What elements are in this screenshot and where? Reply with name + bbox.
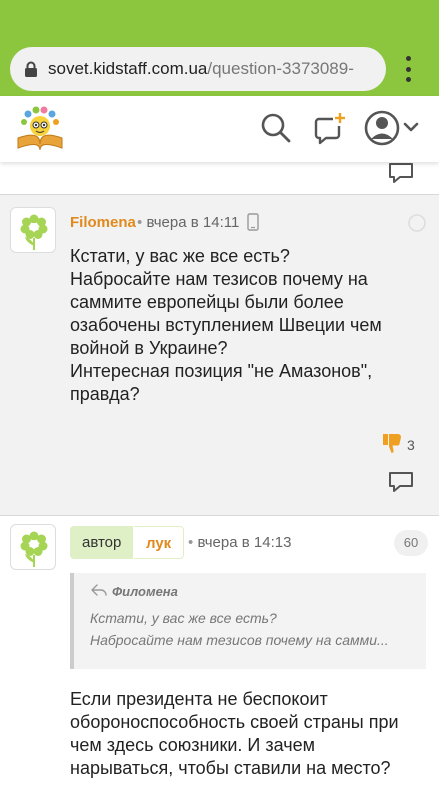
url-text: sovet.kidstaff.com.ua/question-3373089-	[48, 59, 354, 79]
user-avatar-icon[interactable]	[364, 108, 422, 148]
lock-icon	[24, 61, 38, 77]
comment-line: Если президента не беспокоит	[70, 689, 328, 709]
address-bar[interactable]: sovet.kidstaff.com.ua/question-3373089-	[10, 47, 386, 91]
comment-line: чем здесь союзники. И зачем	[70, 735, 315, 755]
comment-body: Кстати, у вас же все есть? Набросайте на…	[70, 245, 430, 406]
avatar[interactable]	[10, 207, 56, 253]
comment-line: войной в Украине?	[70, 338, 228, 358]
browser-toolbar: sovet.kidstaff.com.ua/question-3373089-	[0, 0, 439, 96]
comment-item: Filomena • вчера в 14:11 Кстати, у вас ж…	[0, 195, 439, 515]
comment-meta: • вчера в 14:11	[137, 214, 240, 231]
author-badge: автор	[70, 526, 134, 559]
chevron-down-icon	[403, 122, 419, 132]
browser-menu-icon[interactable]	[398, 56, 418, 82]
phone-icon	[247, 213, 259, 231]
dislike-count: 3	[407, 436, 415, 453]
url-host: sovet.kidstaff.com.ua	[48, 59, 208, 78]
options-icon[interactable]	[406, 212, 428, 234]
comment-author[interactable]: лук	[134, 526, 185, 559]
comment-item: автор лук • вчера в 14:13 60 Филомена Кс…	[0, 515, 439, 800]
quote-header: Филомена	[90, 583, 426, 600]
comment-line: саммите европейцы были более	[70, 292, 344, 312]
comment-meta: • вчера в 14:13	[188, 534, 292, 551]
reply-icon[interactable]	[388, 162, 414, 184]
comment-body: Если президента не беспокоит обороноспос…	[70, 688, 430, 780]
thumb-down-icon	[380, 432, 404, 457]
comment-line: Интересная позиция "не Амазонов",	[70, 361, 373, 381]
reply-arrow-icon	[90, 583, 108, 600]
comment-number-badge: 60	[394, 530, 428, 556]
site-header	[0, 96, 439, 162]
add-question-icon[interactable]	[312, 110, 348, 146]
comment-line: озабочены вступлением Швеции чем	[70, 315, 382, 335]
comment-author[interactable]: Filomena	[70, 214, 136, 231]
comment-line: Набросайте нам тезисов почему на	[70, 269, 368, 289]
comment-time: вчера в 14:11	[146, 214, 240, 231]
logo-icon[interactable]	[14, 104, 66, 152]
previous-comment-tail	[0, 162, 439, 194]
comment-line: обороноспособность своей страны при	[70, 712, 399, 732]
reply-icon[interactable]	[388, 471, 414, 493]
quote-line: Кстати, у вас же все есть?	[90, 610, 277, 626]
dislike-rating[interactable]: 3	[380, 432, 415, 457]
search-icon[interactable]	[258, 110, 294, 146]
url-path: /question-3373089-	[207, 59, 354, 78]
quote-author: Филомена	[112, 584, 178, 599]
quote-block[interactable]: Филомена Кстати, у вас же все есть? Набр…	[70, 573, 426, 669]
quote-line: Набросайте нам тезисов почему на самми..…	[90, 632, 389, 648]
comment-line: правда?	[70, 384, 140, 404]
comment-line: Кстати, у вас же все есть?	[70, 246, 290, 266]
avatar[interactable]	[10, 524, 56, 570]
comment-time: вчера в 14:13	[197, 534, 292, 551]
comment-line: нарываться, чтобы ставили на место?	[70, 758, 391, 778]
